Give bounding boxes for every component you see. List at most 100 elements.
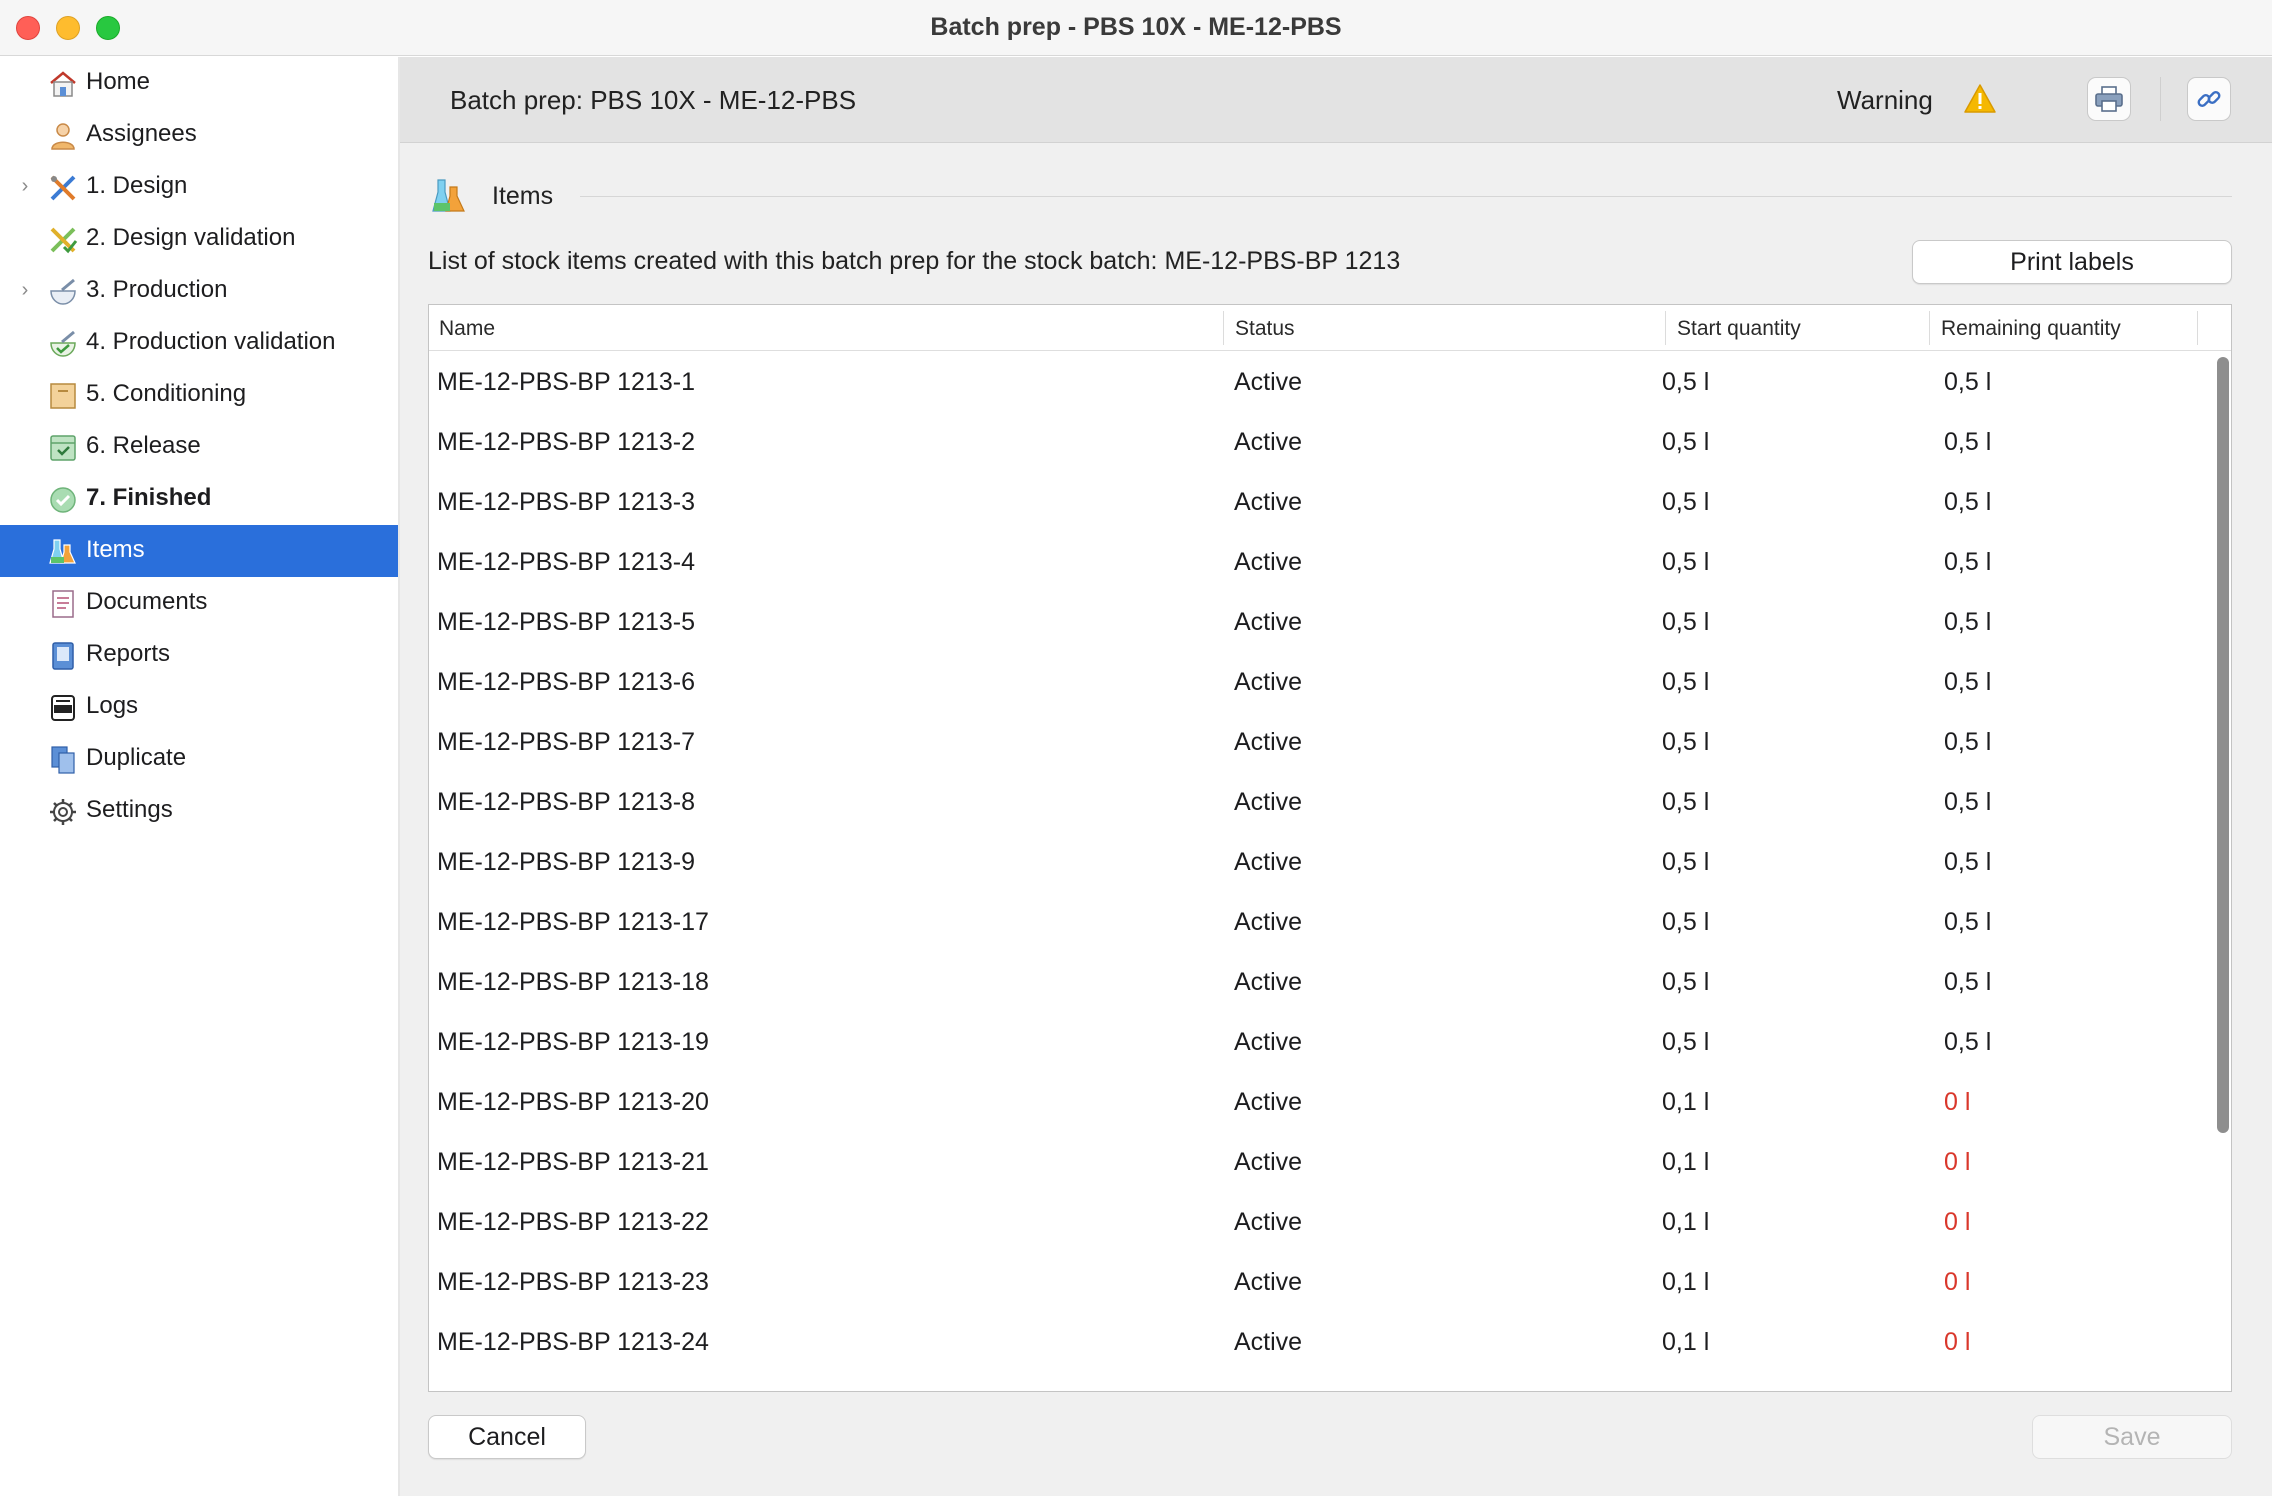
table-row[interactable]: ME-12-PBS-BP 1213-17 Active 0,5 l 0,5 l	[429, 892, 2209, 952]
column-header-start-quantity[interactable]: Start quantity	[1677, 317, 1801, 341]
save-button[interactable]: Save	[2032, 1415, 2232, 1459]
column-header-name[interactable]: Name	[439, 317, 495, 341]
sidebar-item-production[interactable]: › 3. Production	[0, 265, 398, 317]
column-header-status[interactable]: Status	[1235, 317, 1295, 341]
print-button[interactable]	[2087, 77, 2131, 121]
cell-status: Active	[1234, 1088, 1303, 1116]
table-row[interactable]: ME-12-PBS-BP 1213-21 Active 0,1 l 0 l	[429, 1132, 2209, 1192]
cell-name: ME-12-PBS-BP 1213-3	[437, 488, 695, 516]
cell-start-quantity: 0,5 l	[1662, 848, 1710, 876]
sidebar-item-label: Items	[86, 536, 145, 563]
column-divider[interactable]	[1665, 311, 1666, 345]
cell-name: ME-12-PBS-BP 1213-17	[437, 908, 709, 936]
sidebar-item-label: 2. Design validation	[86, 224, 296, 251]
section-divider	[580, 196, 2232, 197]
column-divider[interactable]	[2197, 311, 2198, 345]
sidebar-item-items[interactable]: Items	[0, 525, 398, 577]
column-divider[interactable]	[1223, 311, 1224, 345]
sidebar-item-home[interactable]: Home	[0, 57, 398, 109]
sidebar-item-reports[interactable]: Reports	[0, 629, 398, 681]
cell-name: ME-12-PBS-BP 1213-7	[437, 728, 695, 756]
cell-remaining-quantity: 0,5 l	[1944, 548, 1992, 576]
column-header-remaining-quantity[interactable]: Remaining quantity	[1941, 317, 2121, 341]
mortar-icon	[50, 278, 76, 305]
cell-start-quantity: 0,5 l	[1662, 968, 1710, 996]
table-row[interactable]: ME-12-PBS-BP 1213-6 Active 0,5 l 0,5 l	[429, 652, 2209, 712]
scrollbar-thumb[interactable]	[2217, 357, 2229, 1133]
release-box-icon	[50, 435, 76, 461]
column-divider[interactable]	[1929, 311, 1930, 345]
cell-status: Active	[1234, 1028, 1303, 1056]
cell-status: Active	[1234, 728, 1303, 756]
person-icon	[51, 123, 75, 150]
design-tools-icon	[50, 175, 76, 201]
sidebar-item-production-validation[interactable]: 4. Production validation	[0, 317, 398, 369]
table-row[interactable]: ME-12-PBS-BP 1213-7 Active 0,5 l 0,5 l	[429, 712, 2209, 772]
table-row[interactable]: ME-12-PBS-BP 1213-3 Active 0,5 l 0,5 l	[429, 472, 2209, 532]
cell-status: Active	[1234, 428, 1303, 456]
sidebar-item-label: 1. Design	[86, 172, 188, 199]
cell-remaining-quantity: 0,5 l	[1944, 368, 1992, 396]
page-header: Batch prep: PBS 10X - ME-12-PBS Warning	[400, 57, 2272, 143]
cell-status: Active	[1234, 1268, 1303, 1296]
cell-name: ME-12-PBS-BP 1213-24	[437, 1328, 709, 1356]
table-row[interactable]: ME-12-PBS-BP 1213-1 Active 0,5 l 0,5 l	[429, 352, 2209, 412]
table-row[interactable]: ME-12-PBS-BP 1213-5 Active 0,5 l 0,5 l	[429, 592, 2209, 652]
cell-status: Active	[1234, 548, 1303, 576]
sidebar-item-settings[interactable]: Settings	[0, 785, 398, 837]
table-row[interactable]: ME-12-PBS-BP 1213-2 Active 0,5 l 0,5 l	[429, 412, 2209, 472]
cell-name: ME-12-PBS-BP 1213-9	[437, 848, 695, 876]
table-row[interactable]: ME-12-PBS-BP 1213-19 Active 0,5 l 0,5 l	[429, 1012, 2209, 1072]
report-icon	[52, 642, 74, 670]
table-row[interactable]: ME-12-PBS-BP 1213-24 Active 0,1 l 0 l	[429, 1312, 2209, 1372]
link-button[interactable]	[2187, 77, 2231, 121]
sidebar-item-logs[interactable]: Logs	[0, 681, 398, 733]
cell-start-quantity: 0,5 l	[1662, 908, 1710, 936]
table-row[interactable]: ME-12-PBS-BP 1213-22 Active 0,1 l 0 l	[429, 1192, 2209, 1252]
sidebar-item-conditioning[interactable]: 5. Conditioning	[0, 369, 398, 421]
cell-status: Active	[1234, 1208, 1303, 1236]
chevron-right-icon[interactable]: ›	[14, 175, 36, 197]
sidebar-item-finished[interactable]: 7. Finished	[0, 473, 398, 525]
cancel-button[interactable]: Cancel	[428, 1415, 586, 1459]
sidebar-item-release[interactable]: 6. Release	[0, 421, 398, 473]
cell-start-quantity: 0,5 l	[1662, 668, 1710, 696]
table-row[interactable]: ME-12-PBS-BP 1213-9 Active 0,5 l 0,5 l	[429, 832, 2209, 892]
table-row[interactable]: ME-12-PBS-BP 1213-18 Active 0,5 l 0,5 l	[429, 952, 2209, 1012]
cell-start-quantity: 0,1 l	[1662, 1208, 1710, 1236]
warning-icon[interactable]	[1963, 83, 1997, 115]
table-row[interactable]: ME-12-PBS-BP 1213-20 Active 0,1 l 0 l	[429, 1072, 2209, 1132]
table-row[interactable]: ME-12-PBS-BP 1213-4 Active 0,5 l 0,5 l	[429, 532, 2209, 592]
sidebar-item-label: Documents	[86, 588, 208, 615]
title-bar: Batch prep - PBS 10X - ME-12-PBS	[0, 0, 2272, 56]
sidebar-item-duplicate[interactable]: Duplicate	[0, 733, 398, 785]
sidebar-item-label: Home	[86, 68, 151, 95]
cell-start-quantity: 0,5 l	[1662, 488, 1710, 516]
sidebar-item-label: 4. Production validation	[86, 328, 336, 355]
duplicate-icon	[51, 746, 75, 774]
cell-status: Active	[1234, 608, 1303, 636]
sidebar-item-assignees[interactable]: Assignees	[0, 109, 398, 161]
cell-name: ME-12-PBS-BP 1213-4	[437, 548, 695, 576]
home-icon	[50, 71, 76, 97]
warning-label: Warning	[1837, 85, 1933, 115]
cell-name: ME-12-PBS-BP 1213-19	[437, 1028, 709, 1056]
table-row[interactable]: ME-12-PBS-BP 1213-8 Active 0,5 l 0,5 l	[429, 772, 2209, 832]
cell-remaining-quantity: 0,5 l	[1944, 668, 1992, 696]
sidebar-item-design[interactable]: › 1. Design	[0, 161, 398, 213]
cell-name: ME-12-PBS-BP 1213-1	[437, 368, 695, 396]
sidebar-item-design-validation[interactable]: 2. Design validation	[0, 213, 398, 265]
sidebar-nav: Home Assignees › 1. Design 2. Design val…	[0, 57, 398, 1496]
chevron-right-icon[interactable]: ›	[14, 279, 36, 301]
items-flask-icon	[432, 179, 465, 212]
cell-start-quantity: 0,5 l	[1662, 1028, 1710, 1056]
table-row[interactable]: ME-12-PBS-BP 1213-23 Active 0,1 l 0 l	[429, 1252, 2209, 1312]
cell-status: Active	[1234, 668, 1303, 696]
printer-icon	[2095, 86, 2123, 112]
cell-remaining-quantity: 0 l	[1944, 1328, 1971, 1356]
cell-name: ME-12-PBS-BP 1213-21	[437, 1148, 709, 1176]
print-labels-button[interactable]: Print labels	[1912, 240, 2232, 284]
cell-status: Active	[1234, 1148, 1303, 1176]
items-description: List of stock items created with this ba…	[428, 247, 1401, 275]
sidebar-item-documents[interactable]: Documents	[0, 577, 398, 629]
